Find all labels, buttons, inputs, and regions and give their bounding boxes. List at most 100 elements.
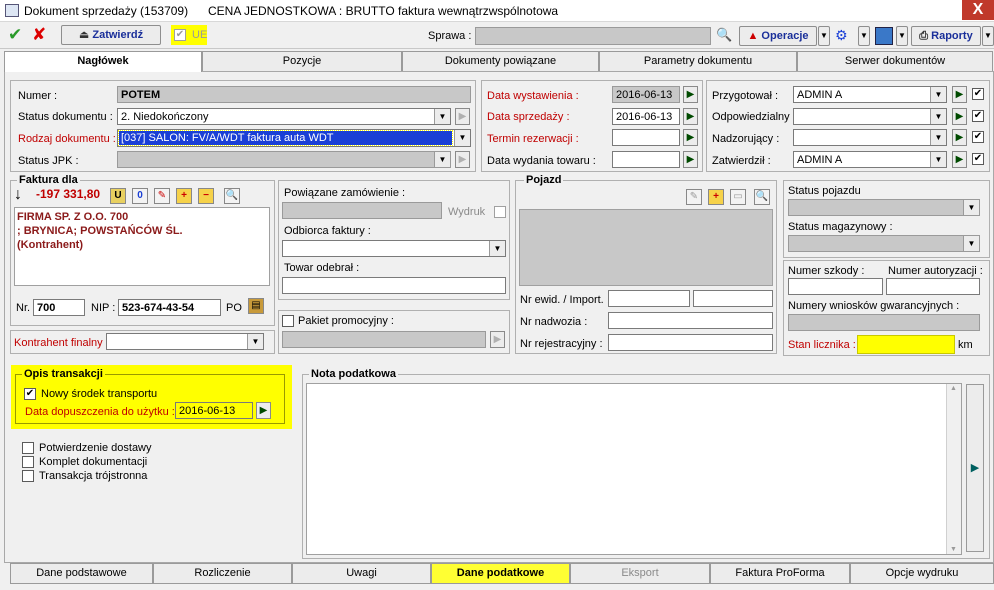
- nadzorujacy-select[interactable]: ▼: [793, 129, 947, 146]
- przygotowal-label: Przygotował :: [712, 90, 779, 102]
- odpowiedzialny-select[interactable]: ▼: [793, 108, 947, 125]
- wydruk-checkbox[interactable]: [494, 206, 506, 218]
- termin-rezerwacji-field[interactable]: [612, 129, 680, 146]
- operations-dropdown-icon[interactable]: ▼: [818, 26, 830, 46]
- data-wystawienia-arrow[interactable]: ▶: [683, 86, 698, 103]
- add-icon[interactable]: +: [176, 188, 192, 204]
- search-icon[interactable]: 🔍: [716, 27, 734, 45]
- numer-field[interactable]: POTEM: [117, 86, 471, 103]
- data-dopuszczenia-arrow[interactable]: ▶: [256, 402, 271, 419]
- data-sprzedazy-field[interactable]: 2016-06-13: [612, 108, 680, 125]
- nota-scrollbar[interactable]: ▲ ▼: [946, 384, 961, 554]
- nadzorujacy-arrow[interactable]: ▶: [952, 129, 967, 146]
- nr-import-field[interactable]: [693, 290, 773, 307]
- gear-icon[interactable]: ⚙: [835, 27, 855, 45]
- odpowiedzialny-checkbox[interactable]: ✔: [972, 110, 984, 122]
- tab-dane-podstawowe[interactable]: Dane podstawowe: [10, 563, 153, 584]
- tab-dokumenty-powiazane[interactable]: Dokumenty powiązane: [402, 51, 599, 71]
- approve-button[interactable]: ⏏ Zatwierdź: [61, 25, 161, 45]
- zatwierdzil-arrow[interactable]: ▶: [952, 151, 967, 168]
- status-arrow-button[interactable]: ▶: [455, 108, 470, 125]
- nr-field[interactable]: 700: [33, 299, 85, 316]
- data-dopuszczenia-field[interactable]: 2016-06-13: [175, 402, 253, 419]
- zatwierdzil-select[interactable]: ADMIN A ▼: [793, 151, 947, 168]
- zero-icon[interactable]: 0: [132, 188, 148, 204]
- termin-rezerwacji-arrow[interactable]: ▶: [683, 129, 698, 146]
- data-wystawienia-field[interactable]: 2016-06-13: [612, 86, 680, 103]
- reports-dropdown-icon[interactable]: ▼: [982, 26, 994, 46]
- edit-disabled-icon[interactable]: ✎: [686, 189, 702, 205]
- nr-nadwozia-field[interactable]: [608, 312, 773, 329]
- jpk-arrow-button[interactable]: ▶: [455, 151, 470, 168]
- numer-autoryzacji-field[interactable]: [886, 278, 980, 295]
- nadzorujacy-checkbox[interactable]: ✔: [972, 131, 984, 143]
- contact-card-icon[interactable]: ▤: [248, 298, 264, 314]
- search-icon[interactable]: 🔍: [754, 189, 770, 205]
- status-dokumentu-select[interactable]: 2. Niedokończony ▼: [117, 108, 451, 125]
- trojstronna-checkbox[interactable]: [22, 470, 34, 482]
- odpowiedzialny-arrow[interactable]: ▶: [952, 108, 967, 125]
- data-sprzedazy-label: Data sprzedaży :: [487, 111, 570, 123]
- zatwierdzil-checkbox[interactable]: ✔: [972, 153, 984, 165]
- cancel-x-icon[interactable]: ✘: [32, 25, 50, 45]
- tab-parametry-dokumentu[interactable]: Parametry dokumentu: [599, 51, 797, 71]
- nr-ewid-field[interactable]: [608, 290, 690, 307]
- ue-checkbox[interactable]: ✔: [174, 29, 186, 41]
- pakiet-field[interactable]: [282, 331, 486, 348]
- numery-wnioskow-field[interactable]: [788, 314, 980, 331]
- pojazd-box[interactable]: [519, 209, 773, 286]
- nr-rejestracyjny-field[interactable]: [608, 334, 773, 351]
- status-pojazdu-select[interactable]: ▼: [788, 199, 980, 216]
- operations-button[interactable]: ▲ Operacje: [739, 26, 817, 46]
- przygotowal-arrow[interactable]: ▶: [952, 86, 967, 103]
- nota-side-arrow[interactable]: ▶: [966, 384, 984, 552]
- powiazane-zamowienie-field[interactable]: [282, 202, 442, 219]
- u-icon[interactable]: U: [110, 188, 126, 204]
- tab-rozliczenie[interactable]: Rozliczenie: [153, 563, 292, 584]
- komplet-checkbox[interactable]: [22, 456, 34, 468]
- towar-odebral-field[interactable]: [282, 277, 506, 294]
- tab-faktura-proforma[interactable]: Faktura ProForma: [710, 563, 850, 584]
- przygotowal-checkbox[interactable]: ✔: [972, 88, 984, 100]
- approve-icon: ⏏: [78, 29, 93, 41]
- status-jpk-select[interactable]: ▼: [117, 151, 451, 168]
- tab-serwer-dokumentow[interactable]: Serwer dokumentów: [797, 51, 993, 71]
- przygotowal-select[interactable]: ADMIN A ▼: [793, 86, 947, 103]
- calendar-dropdown-icon[interactable]: ▼: [896, 26, 908, 46]
- odbiorca-faktury-select[interactable]: ▼: [282, 240, 506, 257]
- nota-textarea[interactable]: [306, 383, 962, 555]
- nowy-srodek-checkbox[interactable]: ✔: [24, 388, 36, 400]
- add-icon[interactable]: +: [708, 189, 724, 205]
- tab-dane-podatkowe[interactable]: Dane podatkowe: [431, 563, 570, 584]
- tab-opcje-wydruku[interactable]: Opcje wydruku: [850, 563, 994, 584]
- pakiet-arrow[interactable]: ▶: [490, 331, 505, 348]
- tab-pozycje[interactable]: Pozycje: [202, 51, 402, 71]
- numer-szkody-field[interactable]: [788, 278, 883, 295]
- data-sprzedazy-arrow[interactable]: ▶: [683, 108, 698, 125]
- edit-icon[interactable]: ✎: [154, 188, 170, 204]
- kontrahent-finalny-select[interactable]: ▼: [106, 333, 264, 350]
- reports-button[interactable]: ⎙ Raporty: [911, 26, 981, 46]
- confirm-check-icon[interactable]: ✔: [8, 25, 26, 45]
- stan-licznika-field[interactable]: [857, 335, 955, 354]
- data-wydania-arrow[interactable]: ▶: [683, 151, 698, 168]
- tab-uwagi[interactable]: Uwagi: [292, 563, 431, 584]
- chevron-down-icon: ▼: [963, 200, 979, 215]
- remove-icon[interactable]: −: [198, 188, 214, 204]
- data-wydania-field[interactable]: [612, 151, 680, 168]
- tab-naglowek[interactable]: Nagłówek: [4, 51, 202, 72]
- pakiet-checkbox[interactable]: [282, 315, 294, 327]
- calendar-icon[interactable]: [875, 27, 893, 45]
- gear-dropdown-icon[interactable]: ▼: [858, 26, 870, 46]
- tab-eksport[interactable]: Eksport: [570, 563, 710, 584]
- arrow-down-icon[interactable]: ↓: [14, 186, 22, 204]
- status-magazynowy-select[interactable]: ▼: [788, 235, 980, 252]
- potwierdzenie-checkbox[interactable]: [22, 442, 34, 454]
- sprawa-field[interactable]: [475, 27, 711, 45]
- folder-disabled-icon[interactable]: ▭: [730, 189, 746, 205]
- nip-field[interactable]: 523-674-43-54: [118, 299, 221, 316]
- faktura-address-box[interactable]: FIRMA SP. Z O.O. 700 ; BRYNICA; POWSTAŃC…: [14, 207, 270, 286]
- search-icon[interactable]: 🔍: [224, 188, 240, 204]
- close-button[interactable]: X: [962, 0, 994, 20]
- rodzaj-dokumentu-select[interactable]: [037] SALON: FV/A/WDT faktura auta WDT ▼: [117, 129, 471, 147]
